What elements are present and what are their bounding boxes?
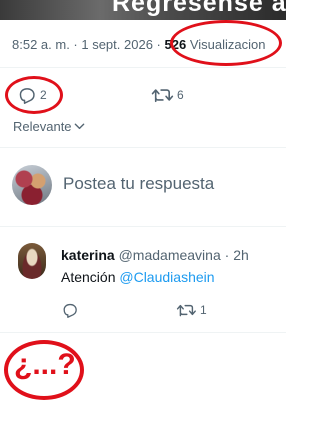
sort-dropdown[interactable]: Relevante xyxy=(13,119,85,134)
chevron-down-icon xyxy=(74,123,84,130)
annotation-circle-replies xyxy=(5,76,63,114)
retweet-count: 6 xyxy=(177,88,184,102)
reply-text: Atención @Claudiashein xyxy=(61,269,215,285)
reply-author-avatar[interactable] xyxy=(18,243,46,279)
annotation-circle-views xyxy=(170,20,282,66)
divider xyxy=(0,147,286,148)
retweet-button[interactable]: 6 xyxy=(150,86,184,104)
annotation-question-text: ¿...? xyxy=(14,348,76,381)
tweet-timestamp[interactable]: 8:52 a. m. · 1 sept. 2026 · xyxy=(12,37,161,52)
reply-reply-button[interactable] xyxy=(61,302,79,318)
retweet-icon xyxy=(151,89,174,103)
avatar[interactable] xyxy=(12,165,52,205)
image-banner: Regresense a su xyxy=(0,0,286,20)
sort-label: Relevante xyxy=(13,119,72,134)
reply-author-name[interactable]: katerina xyxy=(61,247,115,263)
divider xyxy=(0,226,286,227)
retweet-icon xyxy=(176,304,196,317)
reply-icon xyxy=(63,303,77,318)
reply-author-handle[interactable]: @madameavina xyxy=(119,247,221,263)
reply-time[interactable]: · 2h xyxy=(225,247,249,263)
banner-text: Regresense a su xyxy=(112,0,286,17)
reply-retweet-button[interactable]: 1 xyxy=(175,302,207,318)
divider xyxy=(0,67,286,68)
reply-composer-input[interactable]: Postea tu respuesta xyxy=(63,174,214,194)
reply-text-prefix: Atención xyxy=(61,269,120,285)
divider xyxy=(0,332,286,333)
reply-retweet-count: 1 xyxy=(200,303,207,317)
reply-mention-link[interactable]: @Claudiashein xyxy=(119,269,214,285)
reply-header: katerina @madameavina · 2h xyxy=(61,247,249,263)
